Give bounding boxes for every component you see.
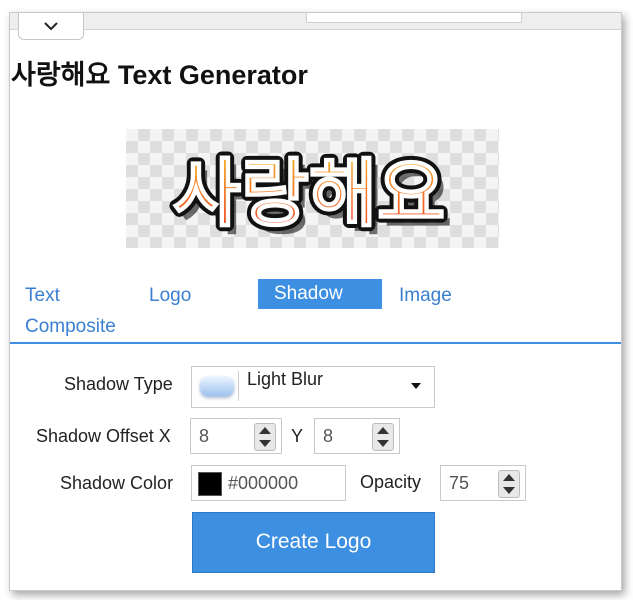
opacity-value: 75 <box>449 473 470 493</box>
address-bar[interactable] <box>306 13 522 23</box>
browser-frame: 사랑해요 Text Generator 사랑해요 사랑해요 사랑해요 Text … <box>9 12 622 591</box>
shadow-type-swatch-icon <box>196 371 239 401</box>
logo-preview-image: 사랑해요 사랑해요 사랑해요 <box>168 146 452 245</box>
offset-y-stepper-icon[interactable] <box>372 423 394 451</box>
browser-top-bar <box>10 13 621 30</box>
shadow-color-input[interactable]: #000000 <box>191 465 346 501</box>
tab-logo[interactable]: Logo <box>149 281 191 311</box>
shadow-type-select[interactable]: Light Blur <box>191 366 435 408</box>
tab-underline <box>10 342 621 344</box>
page-title: 사랑해요 Text Generator <box>11 60 308 90</box>
opacity-label: Opacity <box>360 472 422 492</box>
opacity-input[interactable]: 75 <box>440 465 526 501</box>
opacity-stepper-icon[interactable] <box>498 470 520 498</box>
color-swatch-icon[interactable] <box>198 472 222 496</box>
tab-image[interactable]: Image <box>399 281 452 311</box>
offset-x-stepper-icon[interactable] <box>254 423 276 451</box>
shadow-color-value: #000000 <box>228 473 299 493</box>
logo-preview: 사랑해요 사랑해요 사랑해요 <box>126 129 499 248</box>
shadow-offset-y-value: 8 <box>323 426 334 446</box>
create-logo-button[interactable]: Create Logo <box>192 512 435 573</box>
shadow-offset-y-input[interactable]: 8 <box>314 418 400 454</box>
collapse-tab[interactable] <box>18 13 84 40</box>
chevron-down-icon <box>44 22 58 31</box>
shadow-type-label: Shadow Type <box>64 374 173 394</box>
shadow-offset-x-input[interactable]: 8 <box>190 418 282 454</box>
tab-composite[interactable]: Composite <box>25 312 116 342</box>
logo-fill-text: 사랑해요 <box>173 151 445 237</box>
shadow-color-label: Shadow Color <box>60 473 174 493</box>
shadow-offset-y-label: Y <box>291 426 304 446</box>
tab-shadow[interactable]: Shadow <box>258 279 382 309</box>
shadow-offset-x-value: 8 <box>199 426 210 446</box>
dropdown-caret-icon <box>411 383 421 389</box>
shadow-type-value: Light Blur <box>247 369 324 389</box>
tab-text[interactable]: Text <box>25 281 60 311</box>
shadow-offset-x-label: Shadow Offset X <box>36 426 171 446</box>
